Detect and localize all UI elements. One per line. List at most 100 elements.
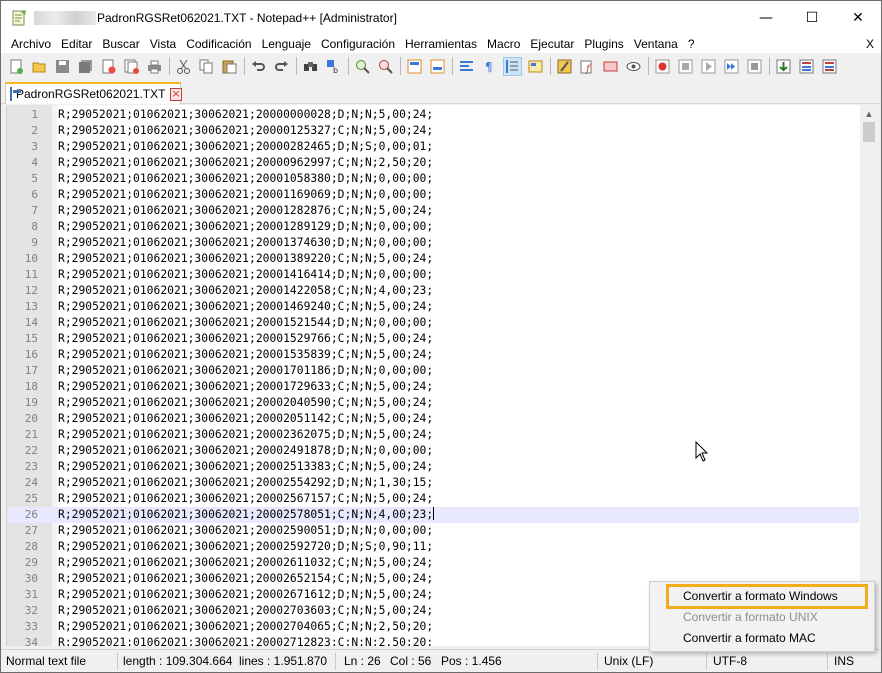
record-macro-button[interactable]: [653, 57, 672, 76]
editor-line[interactable]: 2 R;29052021;01062021;30062021;2000012532…: [7, 123, 859, 139]
line-text[interactable]: R;29052021;01062021;30062021;20001529766…: [58, 331, 433, 347]
line-text[interactable]: R;29052021;01062021;30062021;20001058380…: [58, 171, 433, 187]
line-text[interactable]: R;29052021;01062021;30062021;20002567157…: [58, 491, 433, 507]
show-all-characters-button[interactable]: ¶: [480, 57, 499, 76]
editor-line[interactable]: 15 R;29052021;01062021;30062021;200015297…: [7, 331, 859, 347]
status-eol-format[interactable]: Unix (LF): [604, 654, 653, 668]
close-all-button[interactable]: [122, 57, 141, 76]
print-button[interactable]: [145, 57, 164, 76]
save-all-button[interactable]: [76, 57, 95, 76]
undo-button[interactable]: [249, 57, 268, 76]
sync-horizontal-button[interactable]: [428, 57, 447, 76]
line-text[interactable]: R;29052021;01062021;30062021;20002652154…: [58, 571, 433, 587]
line-text[interactable]: R;29052021;01062021;30062021;20001389220…: [58, 251, 433, 267]
menu-item-convert-mac[interactable]: Convertir a formato MAC: [650, 628, 874, 649]
menu-configuracion[interactable]: Configuración: [316, 35, 400, 53]
editor-line[interactable]: 8 R;29052021;01062021;30062021;2000128912…: [7, 219, 859, 235]
editor-line[interactable]: 16 R;29052021;01062021;30062021;200015358…: [7, 347, 859, 363]
editor-line[interactable]: 17 R;29052021;01062021;30062021;200017011…: [7, 363, 859, 379]
menu-herramientas[interactable]: Herramientas: [400, 35, 482, 53]
paste-button[interactable]: [220, 57, 239, 76]
editor-line[interactable]: 1 R;29052021;01062021;30062021;2000000002…: [7, 107, 859, 123]
editor-line[interactable]: 23 R;29052021;01062021;30062021;200025133…: [7, 459, 859, 475]
line-text[interactable]: R;29052021;01062021;30062021;20002513383…: [58, 459, 433, 475]
menu-codificacion[interactable]: Codificación: [181, 35, 256, 53]
sync-vertical-button[interactable]: [405, 57, 424, 76]
editor-line[interactable]: 6 R;29052021;01062021;30062021;2000116906…: [7, 187, 859, 203]
menu-editar[interactable]: Editar: [56, 35, 97, 53]
line-text[interactable]: R;29052021;01062021;30062021;20002704065…: [58, 619, 433, 635]
new-file-button[interactable]: [7, 57, 26, 76]
editor-line[interactable]: 28 R;29052021;01062021;30062021;200025927…: [7, 539, 859, 555]
text-lines[interactable]: 1 R;29052021;01062021;30062021;2000000002…: [7, 107, 867, 646]
editor-area[interactable]: 1 R;29052021;01062021;30062021;2000000002…: [6, 105, 878, 646]
line-text[interactable]: R;29052021;01062021;30062021;20002578051…: [58, 507, 435, 523]
line-text[interactable]: R;29052021;01062021;30062021;20001729633…: [58, 379, 433, 395]
menu-archivo[interactable]: Archivo: [6, 35, 56, 53]
line-text[interactable]: R;29052021;01062021;30062021;20001701186…: [58, 363, 433, 379]
zoom-in-button[interactable]: [353, 57, 372, 76]
editor-line[interactable]: 5 R;29052021;01062021;30062021;2000105838…: [7, 171, 859, 187]
editor-line[interactable]: 27 R;29052021;01062021;30062021;200025900…: [7, 523, 859, 539]
menu-buscar[interactable]: Buscar: [97, 35, 144, 53]
editor-line[interactable]: 3 R;29052021;01062021;30062021;2000028246…: [7, 139, 859, 155]
menu-item-convert-windows[interactable]: Convertir a formato Windows: [650, 586, 874, 607]
menu-ventana[interactable]: Ventana: [629, 35, 683, 53]
editor-line[interactable]: 7 R;29052021;01062021;30062021;2000128287…: [7, 203, 859, 219]
line-text[interactable]: R;29052021;01062021;30062021;20002051142…: [58, 411, 433, 427]
play-macro-button[interactable]: [699, 57, 718, 76]
minimize-button[interactable]: —: [743, 1, 789, 35]
editor-line[interactable]: 29 R;29052021;01062021;30062021;200026110…: [7, 555, 859, 571]
panel-alt-2-button[interactable]: [820, 57, 839, 76]
redo-button[interactable]: [272, 57, 291, 76]
editor-line[interactable]: 11 R;29052021;01062021;30062021;200014164…: [7, 267, 859, 283]
line-text[interactable]: R;29052021;01062021;30062021;20001535839…: [58, 347, 433, 363]
bookmark-button[interactable]: [774, 57, 793, 76]
close-document-button[interactable]: X: [866, 35, 874, 53]
maximize-button[interactable]: ☐: [789, 1, 835, 35]
line-text[interactable]: R;29052021;01062021;30062021;20001521544…: [58, 315, 433, 331]
line-text[interactable]: R;29052021;01062021;30062021;20002611032…: [58, 555, 433, 571]
menu-vista[interactable]: Vista: [145, 35, 181, 53]
line-text[interactable]: R;29052021;01062021;30062021;20002712823…: [58, 635, 433, 646]
menu-help[interactable]: ?: [683, 35, 700, 53]
line-text[interactable]: R;29052021;01062021;30062021;20002491878…: [58, 443, 433, 459]
indent-guide-button[interactable]: [503, 56, 522, 76]
scroll-up-icon[interactable]: ▲: [860, 105, 878, 122]
scrollbar-thumb[interactable]: [863, 122, 875, 142]
find-button[interactable]: [301, 57, 320, 76]
line-text[interactable]: R;29052021;01062021;30062021;20000962997…: [58, 155, 433, 171]
editor-line[interactable]: 14 R;29052021;01062021;30062021;200015215…: [7, 315, 859, 331]
editor-line[interactable]: 12 R;29052021;01062021;30062021;200014220…: [7, 283, 859, 299]
menu-macro[interactable]: Macro: [482, 35, 525, 53]
line-text[interactable]: R;29052021;01062021;30062021;20002554292…: [58, 475, 433, 491]
panel-button[interactable]: [601, 57, 620, 76]
line-text[interactable]: R;29052021;01062021;30062021;20002040590…: [58, 395, 433, 411]
menu-ejecutar[interactable]: Ejecutar: [525, 35, 579, 53]
play-multiple-button[interactable]: [722, 57, 741, 76]
editor-line[interactable]: 4 R;29052021;01062021;30062021;2000096299…: [7, 155, 859, 171]
editor-line[interactable]: 26 R;29052021;01062021;30062021;200025780…: [7, 507, 859, 523]
editor-line[interactable]: 20 R;29052021;01062021;30062021;200020511…: [7, 411, 859, 427]
line-text[interactable]: R;29052021;01062021;30062021;20001469240…: [58, 299, 433, 315]
replace-button[interactable]: b: [324, 57, 343, 76]
editor-line[interactable]: 25 R;29052021;01062021;30062021;200025671…: [7, 491, 859, 507]
folder-workspace-button[interactable]: f: [578, 57, 597, 76]
editor-line[interactable]: 22 R;29052021;01062021;30062021;200024918…: [7, 443, 859, 459]
panel-alt-button[interactable]: [797, 57, 816, 76]
line-text[interactable]: R;29052021;01062021;30062021;20002592720…: [58, 539, 433, 555]
function-list-button[interactable]: [555, 57, 574, 76]
line-text[interactable]: R;29052021;01062021;30062021;20002362075…: [58, 427, 433, 443]
vertical-scrollbar[interactable]: ▲: [860, 105, 878, 646]
line-text[interactable]: R;29052021;01062021;30062021;20002671612…: [58, 587, 433, 603]
close-window-button[interactable]: ✕: [835, 1, 881, 35]
save-macro-button[interactable]: [745, 57, 764, 76]
line-text[interactable]: R;29052021;01062021;30062021;20001169069…: [58, 187, 433, 203]
line-text[interactable]: R;29052021;01062021;30062021;20000000028…: [58, 107, 433, 123]
menu-lenguaje[interactable]: Lenguaje: [257, 35, 316, 53]
editor-line[interactable]: 9 R;29052021;01062021;30062021;2000137463…: [7, 235, 859, 251]
editor-line[interactable]: 13 R;29052021;01062021;30062021;200014692…: [7, 299, 859, 315]
editor-line[interactable]: 19 R;29052021;01062021;30062021;200020405…: [7, 395, 859, 411]
line-text[interactable]: R;29052021;01062021;30062021;20002590051…: [58, 523, 433, 539]
doc-map-button[interactable]: [526, 57, 545, 76]
